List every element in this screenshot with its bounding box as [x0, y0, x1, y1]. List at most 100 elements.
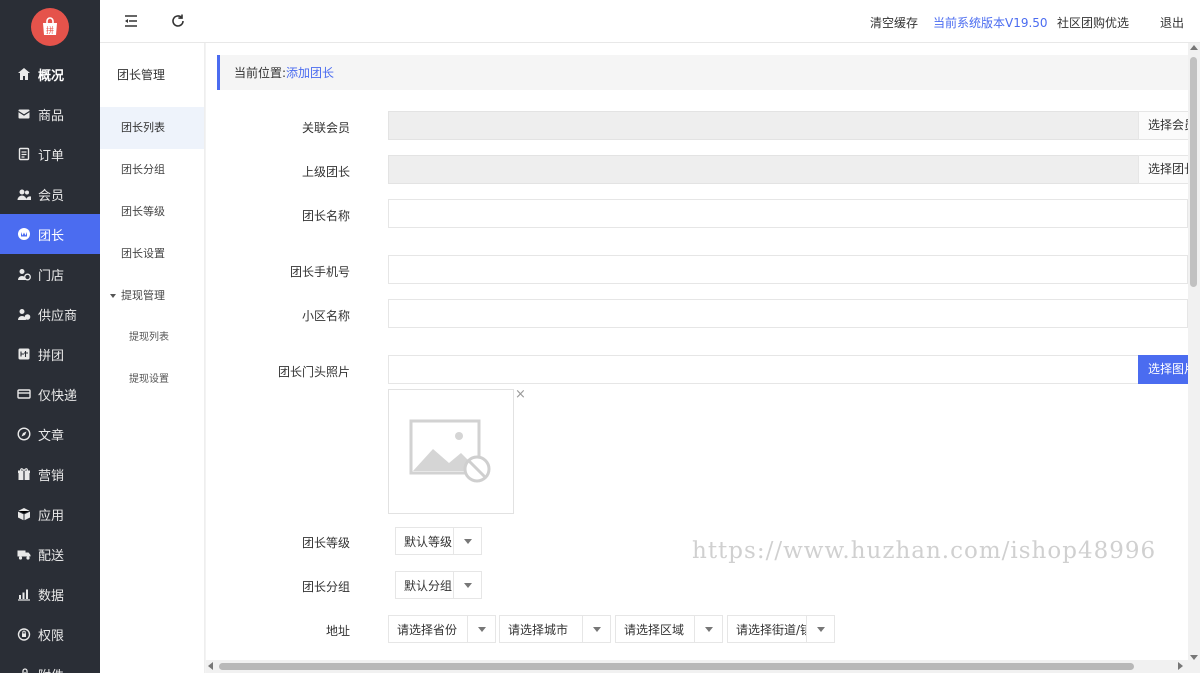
sub-nav-title: 团长管理 [117, 68, 166, 82]
leader-phone-label: 团长手机号 [289, 265, 350, 279]
province-select[interactable]: 请选择省份 [388, 615, 496, 643]
chevron-down-icon [467, 616, 495, 642]
site-name-link[interactable]: 社区团购优选 [1057, 14, 1129, 31]
chevron-down-icon [453, 528, 481, 554]
compass-icon [17, 427, 31, 441]
sidebar-item-home[interactable]: 概况 [0, 54, 100, 94]
sub-nav-leader-settings[interactable]: 团长设置 [100, 233, 204, 275]
sidebar-item-label: 会员 [38, 188, 65, 204]
select-image-button[interactable]: 选择图片 [1138, 355, 1188, 384]
scroll-down-icon[interactable] [1190, 655, 1198, 660]
image-placeholder-icon [409, 419, 491, 482]
sidebar-item-supplier[interactable]: 供应商 [0, 294, 100, 334]
sidebar-item-store[interactable]: 门店 [0, 254, 100, 294]
chevron-down-icon [694, 616, 722, 642]
horizontal-scrollbar[interactable] [206, 660, 1188, 673]
member-field[interactable] [388, 111, 1188, 140]
sidebar-item-gift[interactable]: 营销 [0, 454, 100, 494]
sidebar-item-label: 供应商 [38, 308, 78, 324]
sub-nav: 团长管理 团长列表 团长分组 团长等级 团长设置 提现管理 提现列表 提现设置 [100, 43, 205, 673]
street-select[interactable]: 请选择街道/镇 [727, 615, 835, 643]
scroll-right-icon[interactable] [1178, 662, 1183, 670]
refresh-icon[interactable] [170, 13, 186, 29]
menu-fold-icon[interactable] [123, 13, 139, 29]
horizontal-scroll-thumb[interactable] [219, 663, 1134, 670]
sub-nav-withdraw-group[interactable]: 提现管理 [100, 275, 204, 317]
logo-area: 拼 [0, 0, 100, 54]
sidebar-item-cube[interactable]: 应用 [0, 494, 100, 534]
sidebar: 拼 概况商品订单会员团长门店供应商拼团仅快递文章营销应用配送数据权限附件 [0, 0, 100, 673]
sidebar-item-label: 订单 [38, 148, 65, 164]
group-buy-icon [17, 347, 31, 361]
sub-nav-withdraw-label: 提现管理 [121, 289, 165, 302]
select-leader-button[interactable]: 选择团长 [1138, 155, 1188, 184]
sidebar-item-order[interactable]: 订单 [0, 134, 100, 174]
sidebar-item-truck[interactable]: 配送 [0, 534, 100, 574]
community-name-field[interactable] [388, 299, 1188, 328]
sidebar-item-label: 拼团 [38, 348, 65, 364]
logo[interactable]: 拼 [31, 8, 69, 46]
sidebar-item-label: 门店 [38, 268, 65, 284]
sidebar-item-label: 数据 [38, 588, 65, 604]
leader-name-field[interactable] [388, 199, 1188, 228]
sidebar-item-goods[interactable]: 商品 [0, 94, 100, 134]
sub-nav-leader-list[interactable]: 团长列表 [100, 107, 204, 149]
member-icon [17, 187, 31, 201]
system-version-link[interactable]: 当前系统版本V19.50 [933, 14, 1048, 31]
sidebar-item-member[interactable]: 会员 [0, 174, 100, 214]
leader-group-value: 默认分组 [404, 578, 453, 593]
leader-icon [17, 227, 31, 241]
sidebar-item-label: 配送 [38, 548, 65, 564]
sidebar-item-leader[interactable]: 团长 [0, 214, 100, 254]
scroll-left-icon[interactable] [208, 662, 213, 670]
sidebar-item-label: 权限 [38, 628, 65, 644]
gift-icon [17, 467, 31, 481]
city-value: 请选择城市 [508, 622, 569, 637]
express-icon [17, 387, 31, 401]
remove-image-icon[interactable]: × [515, 388, 527, 401]
attachment-icon [17, 667, 31, 673]
sub-nav-withdraw-settings[interactable]: 提现设置 [100, 359, 204, 401]
scroll-up-icon[interactable] [1190, 45, 1198, 50]
order-icon [17, 147, 31, 161]
sidebar-item-express[interactable]: 仅快递 [0, 374, 100, 414]
parent-leader-label: 上级团长 [301, 165, 350, 179]
clear-cache-link[interactable]: 清空缓存 [870, 14, 918, 31]
chart-icon [17, 587, 31, 601]
sub-nav-leader-level[interactable]: 团长等级 [100, 191, 204, 233]
community-name-label: 小区名称 [301, 309, 350, 323]
sidebar-item-chart[interactable]: 数据 [0, 574, 100, 614]
sub-nav-withdraw-list[interactable]: 提现列表 [100, 317, 204, 359]
leader-group-label: 团长分组 [301, 580, 350, 594]
vertical-scroll-thumb[interactable] [1190, 57, 1197, 287]
logout-link[interactable]: 退出 [1160, 14, 1184, 31]
logo-text: 拼 [46, 25, 54, 35]
goods-icon [17, 107, 31, 121]
breadcrumb-current[interactable]: 添加团长 [286, 64, 334, 81]
sidebar-item-label: 文章 [38, 428, 65, 444]
main-content: 当前位置: 添加团长 关联会员 选择会员 上级团长 选择团长 团长名称 团长手机… [206, 43, 1188, 660]
leader-group-select[interactable]: 默认分组 [395, 571, 482, 599]
sub-nav-leader-group[interactable]: 团长分组 [100, 149, 204, 191]
select-member-button[interactable]: 选择会员 [1138, 111, 1188, 140]
storefront-photo-field[interactable] [388, 355, 1188, 384]
sidebar-item-attachment[interactable]: 附件 [0, 654, 100, 673]
city-select[interactable]: 请选择城市 [499, 615, 611, 643]
leader-phone-field[interactable] [388, 255, 1188, 284]
chevron-down-icon [453, 572, 481, 598]
sidebar-item-label: 团长 [38, 228, 65, 244]
parent-leader-field[interactable] [388, 155, 1188, 184]
leader-level-value: 默认等级 [404, 534, 453, 549]
cube-icon [17, 507, 31, 521]
lock-icon [17, 627, 31, 641]
breadcrumb-prefix: 当前位置: [234, 66, 287, 80]
sidebar-item-label: 概况 [38, 68, 65, 84]
sidebar-item-lock[interactable]: 权限 [0, 614, 100, 654]
vertical-scrollbar[interactable] [1188, 43, 1200, 673]
sidebar-item-label: 附件 [38, 665, 64, 673]
leader-level-select[interactable]: 默认等级 [395, 527, 482, 555]
sidebar-item-compass[interactable]: 文章 [0, 414, 100, 454]
sidebar-item-group-buy[interactable]: 拼团 [0, 334, 100, 374]
district-select[interactable]: 请选择区域 [615, 615, 723, 643]
chevron-down-icon [806, 616, 834, 642]
